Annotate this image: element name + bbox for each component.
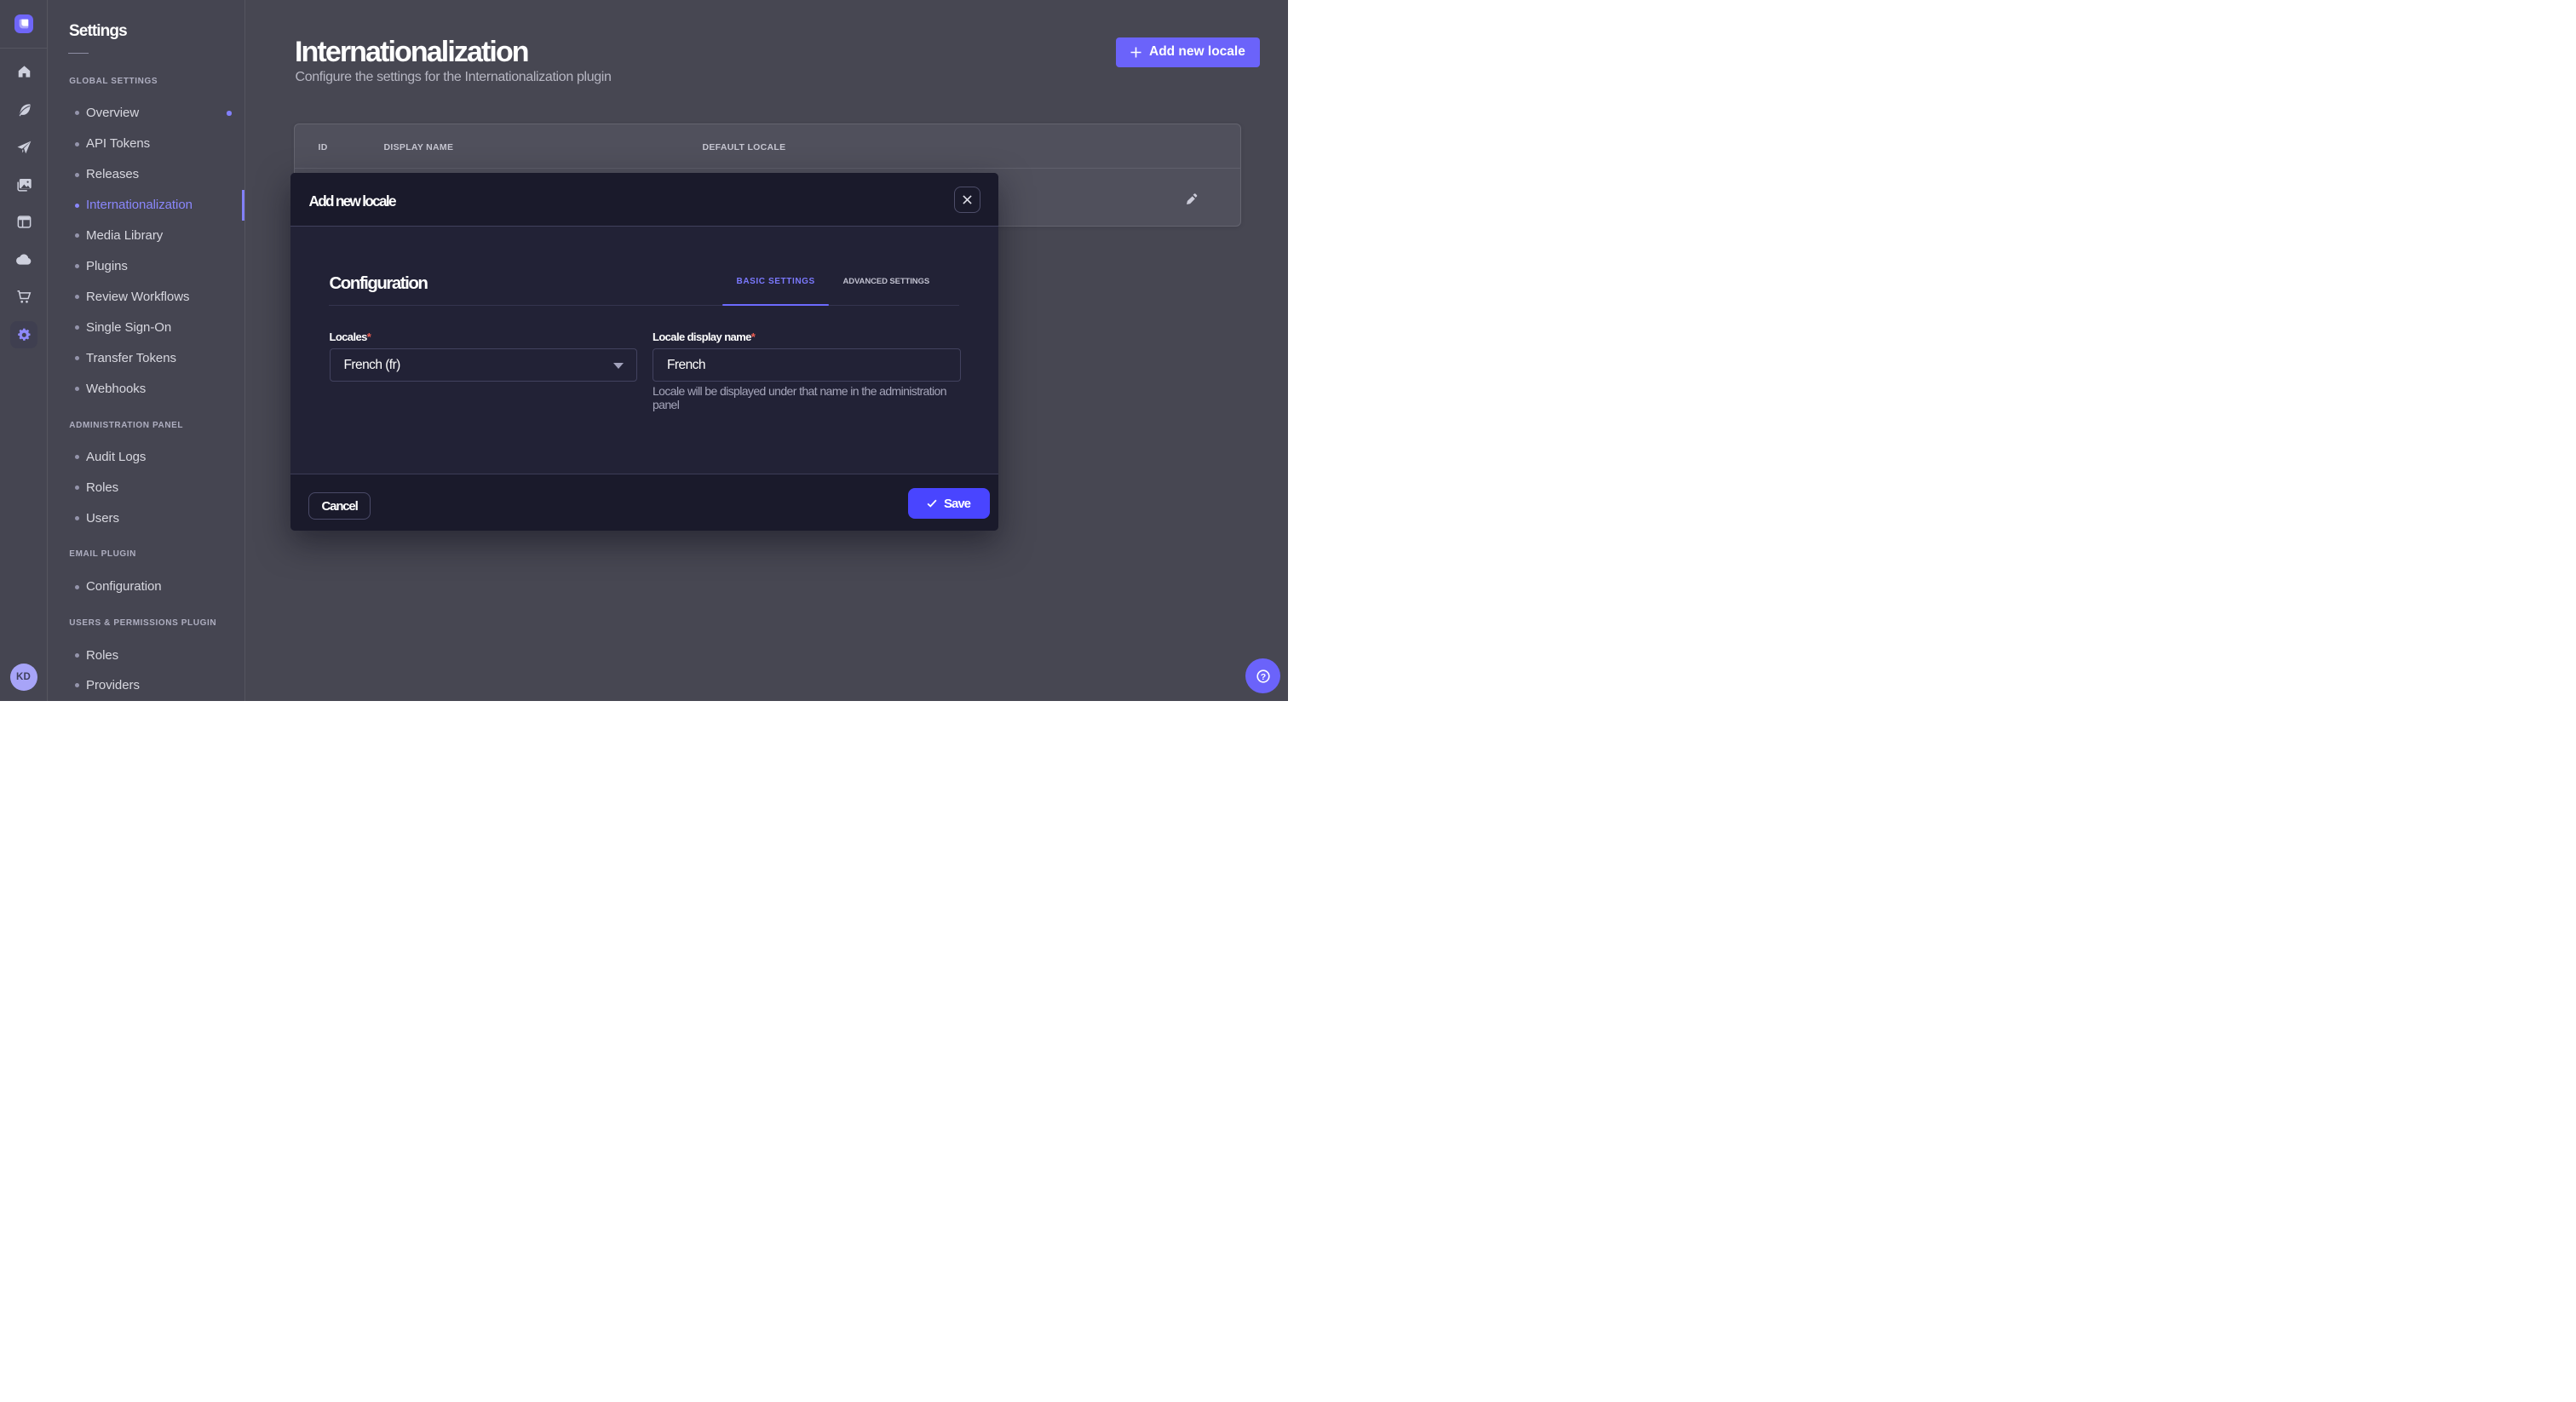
- svg-text:?: ?: [1260, 671, 1265, 681]
